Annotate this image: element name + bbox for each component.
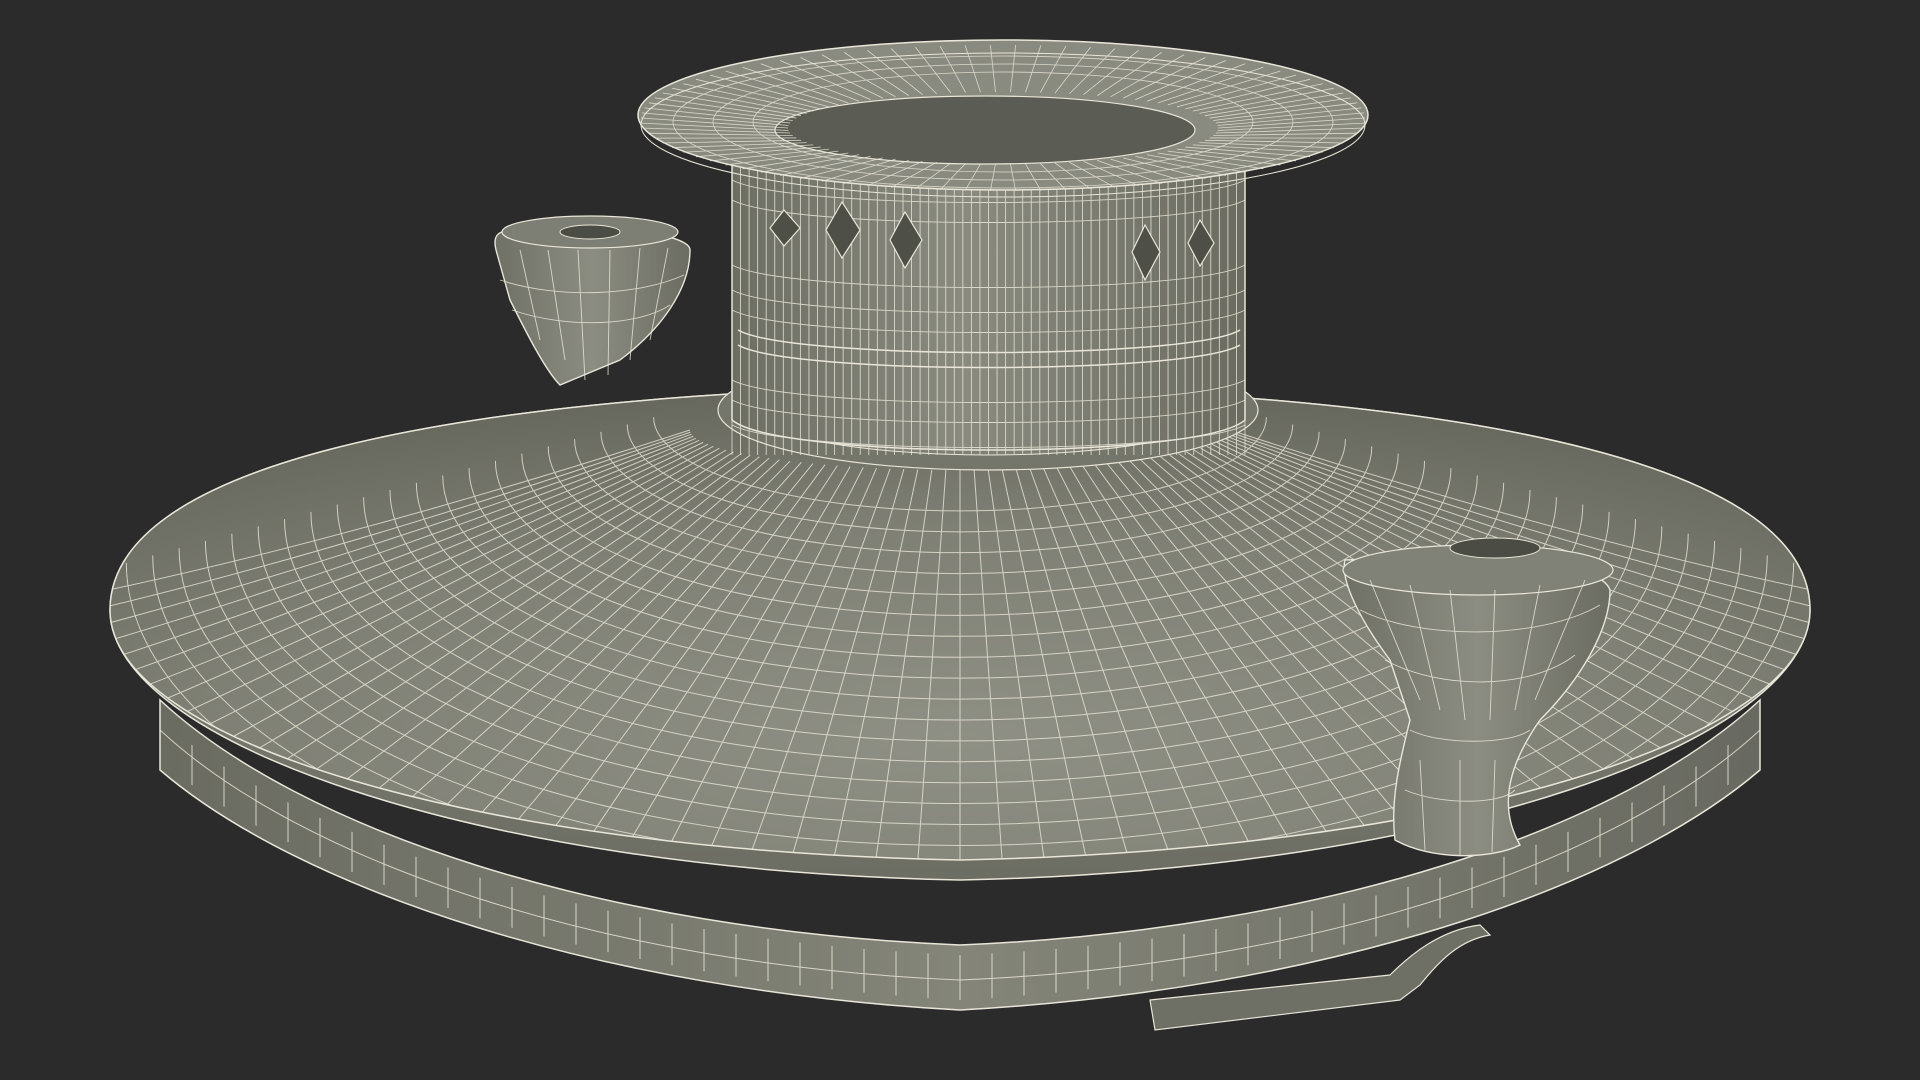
left-knob xyxy=(494,215,691,386)
lid-wireframe-render xyxy=(109,39,1811,1031)
neck-cylinder xyxy=(731,159,1246,455)
render-viewport xyxy=(0,0,1920,1080)
